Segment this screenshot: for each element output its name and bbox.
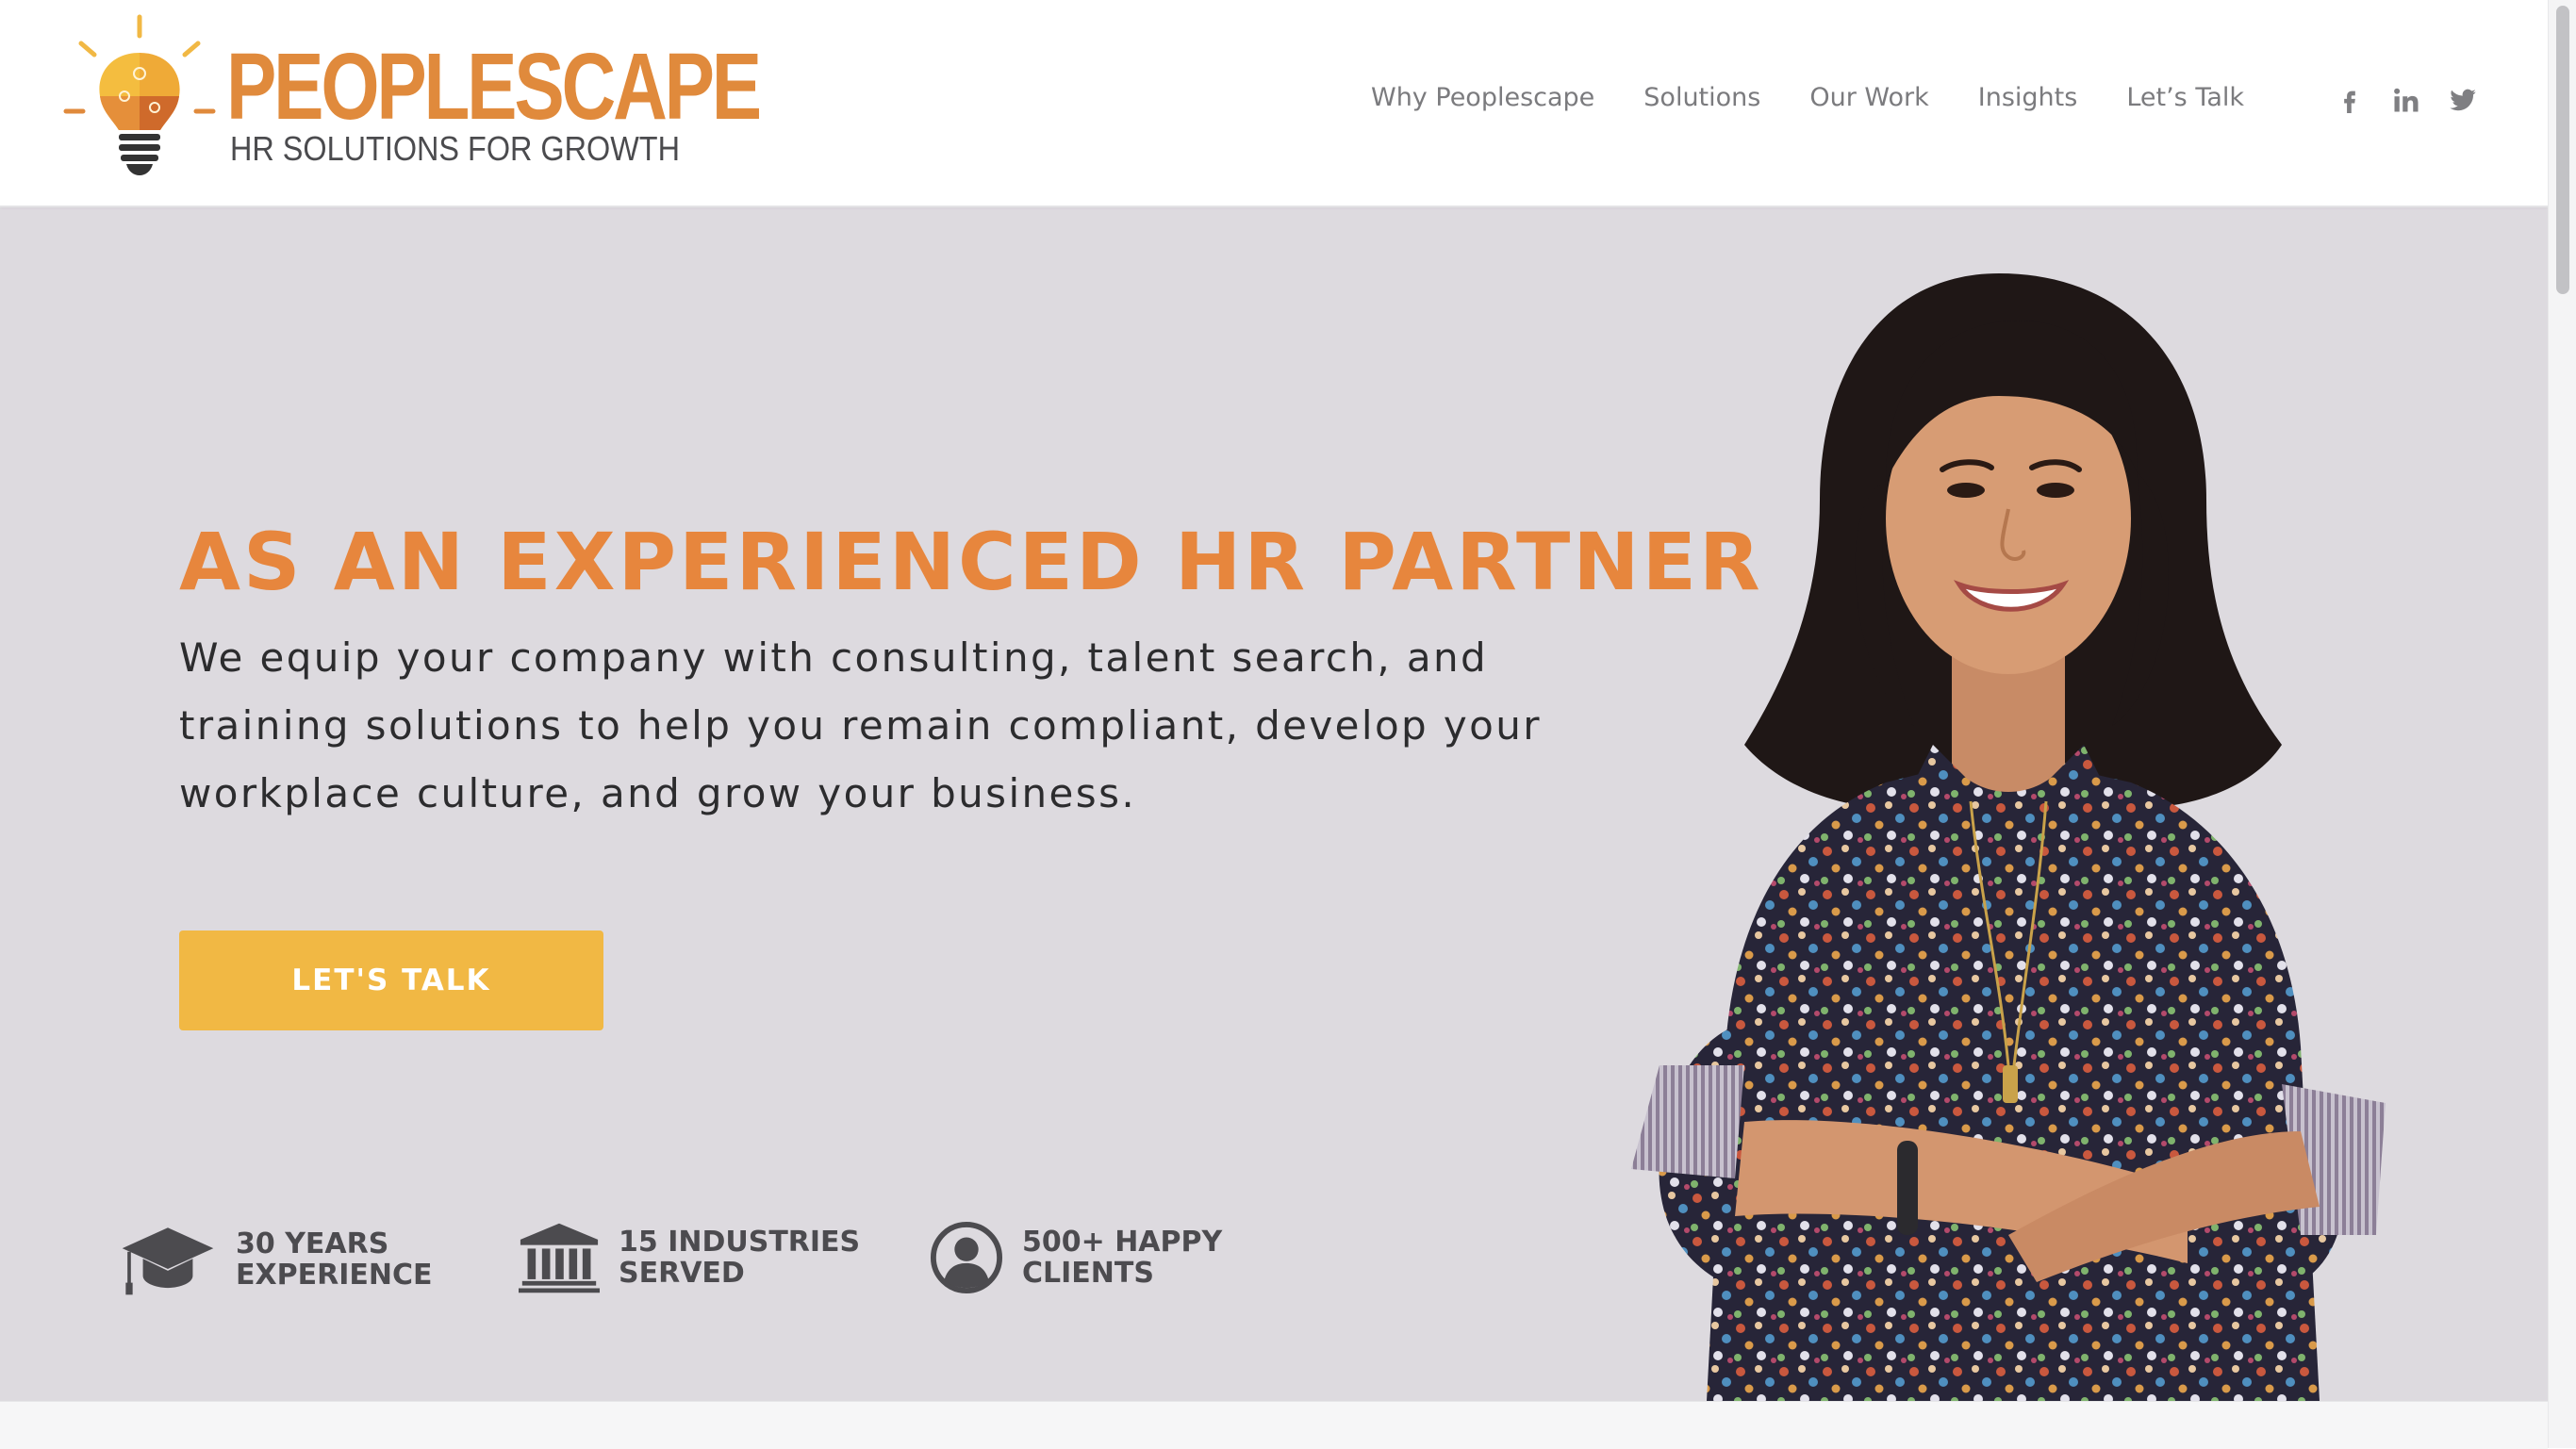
hero-subtext: We equip your company with consulting, t… <box>179 634 1542 816</box>
brand-tagline: HR SOLUTIONS FOR GROWTH <box>230 129 680 168</box>
stat-clients-text: 500+ HAPPY CLIENTS <box>1022 1227 1222 1289</box>
building-columns-icon <box>519 1221 600 1294</box>
site-header: PEOPLESCAPE HR SOLUTIONS FOR GROWTH Why … <box>0 0 2548 207</box>
main-nav: Why Peoplescape Solutions Our Work Insig… <box>1371 83 2293 112</box>
stat-industries-line1: 15 INDUSTRIES <box>619 1226 861 1259</box>
nav-solutions[interactable]: Solutions <box>1643 83 1760 112</box>
nav-lets-talk[interactable]: Let’s Talk <box>2126 83 2244 112</box>
stat-experience-line1: 30 YEARS <box>236 1227 389 1260</box>
page-scrollbar[interactable] <box>2548 0 2576 1448</box>
graduation-cap-icon <box>119 1221 217 1298</box>
scrollbar-thumb[interactable] <box>2556 6 2569 294</box>
stat-industries-line2: SERVED <box>619 1257 745 1290</box>
lets-talk-button[interactable]: LET'S TALK <box>179 930 603 1030</box>
stat-experience-line2: EXPERIENCE <box>236 1259 433 1292</box>
brand-name: PEOPLESCAPE <box>226 34 762 140</box>
twitter-icon[interactable] <box>2448 85 2478 115</box>
nav-our-work[interactable]: Our Work <box>1809 83 1928 112</box>
stat-experience-text: 30 YEARS EXPERIENCE <box>236 1228 432 1291</box>
facebook-icon[interactable] <box>2335 85 2365 115</box>
stat-industries-text: 15 INDUSTRIES SERVED <box>619 1227 860 1289</box>
hero-person-photo <box>1631 273 2386 1401</box>
stat-industries: 15 INDUSTRIES SERVED <box>519 1221 860 1294</box>
hero-section: AS AN EXPERIENCED HR PARTNER We equip yo… <box>0 207 2548 1401</box>
hero-headline: AS AN EXPERIENCED HR PARTNER <box>179 516 1763 609</box>
stat-clients-line2: CLIENTS <box>1022 1257 1154 1290</box>
stat-clients-line1: 500+ HAPPY <box>1022 1226 1223 1259</box>
lightbulb-logo-icon <box>63 14 216 175</box>
nav-why-peoplescape[interactable]: Why Peoplescape <box>1371 83 1594 112</box>
social-links <box>2335 85 2504 115</box>
next-section-edge <box>0 1401 2548 1449</box>
linkedin-icon[interactable] <box>2391 85 2421 115</box>
stat-experience: 30 YEARS EXPERIENCE <box>119 1221 432 1298</box>
nav-insights[interactable]: Insights <box>1978 83 2078 112</box>
site-logo[interactable]: PEOPLESCAPE HR SOLUTIONS FOR GROWTH <box>62 13 762 183</box>
stat-clients: 500+ HAPPY CLIENTS <box>930 1221 1222 1294</box>
user-circle-icon <box>930 1221 1003 1294</box>
